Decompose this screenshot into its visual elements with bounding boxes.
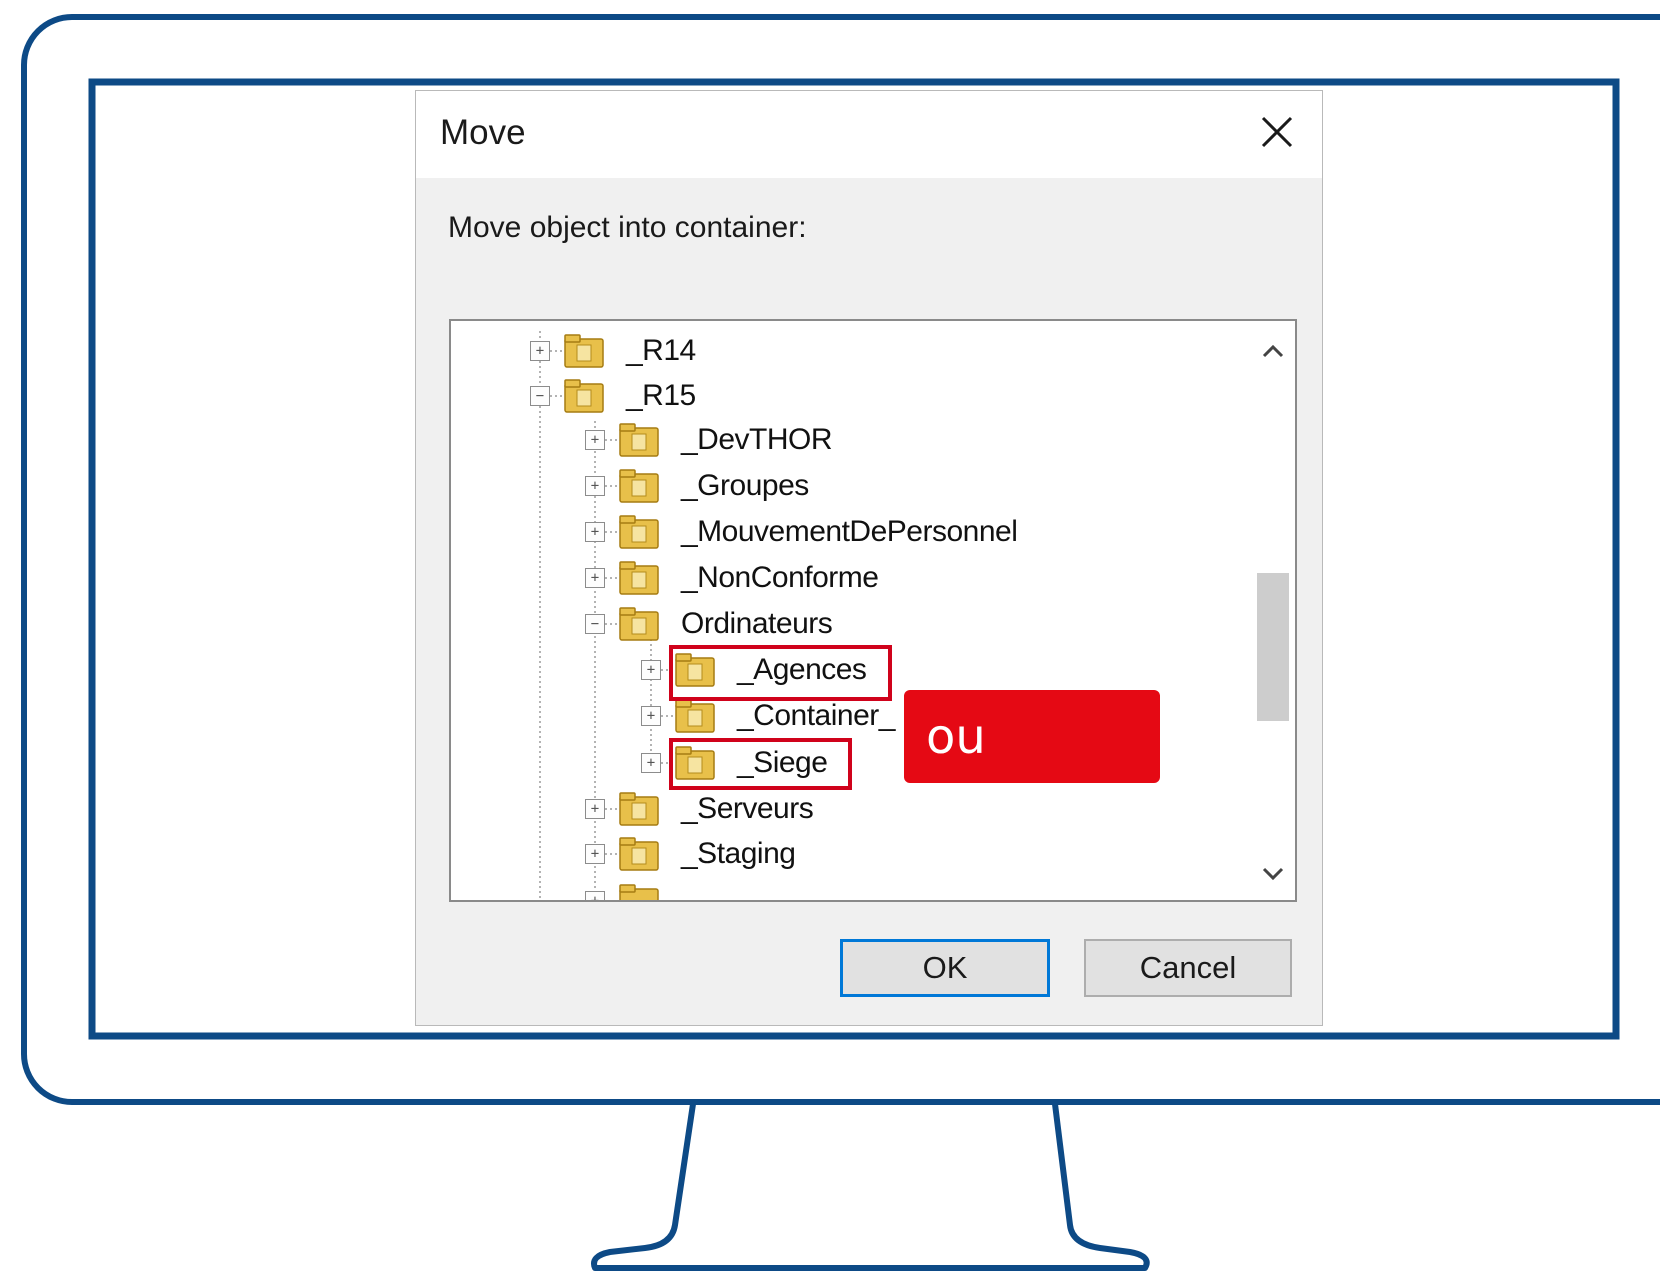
expand-icon[interactable]: + (585, 891, 605, 900)
tree-item[interactable]: + _Staging (585, 832, 796, 876)
tree-item[interactable]: + _Serveurs (585, 787, 814, 831)
expand-icon[interactable]: + (585, 568, 605, 588)
collapse-icon[interactable]: − (585, 614, 605, 634)
expand-icon[interactable]: + (585, 799, 605, 819)
tree-item[interactable]: + _NonConforme (585, 556, 879, 600)
tree-item-partial[interactable]: + (585, 879, 681, 900)
move-prompt: Move object into container: (448, 211, 807, 244)
expand-icon[interactable]: + (530, 341, 550, 361)
folder-icon (619, 515, 659, 549)
container-tree[interactable]: + _R14 − _R15 + _DevTHOR + _Groupes + _M… (449, 319, 1297, 902)
tree-item[interactable]: − _R15 (530, 374, 696, 418)
folder-icon (619, 561, 659, 595)
tree-item[interactable]: + _R14 (530, 329, 696, 373)
expand-icon[interactable]: + (585, 844, 605, 864)
tree-item-label: _Serveurs (681, 792, 814, 825)
scroll-up-button[interactable] (1253, 331, 1293, 371)
tree-item-label: _Container_ (737, 699, 895, 732)
cancel-button[interactable]: Cancel (1084, 939, 1292, 997)
folder-icon (619, 792, 659, 826)
tree-item-label: Ordinateurs (681, 607, 833, 640)
annotation-ou-label: ou (904, 690, 1160, 783)
folder-icon (619, 423, 659, 457)
scroll-down-button[interactable] (1253, 854, 1293, 894)
highlight-box-siege (669, 738, 852, 790)
tree-item-label: _Groupes (681, 469, 809, 502)
tree-item[interactable]: + _MouvementDePersonnel (585, 510, 1018, 554)
expand-icon[interactable]: + (641, 706, 661, 726)
expand-icon[interactable]: + (585, 476, 605, 496)
folder-icon (564, 334, 604, 368)
tree-item-label: _MouvementDePersonnel (681, 515, 1018, 548)
tree-item-label: _NonConforme (681, 561, 879, 594)
folder-icon (619, 884, 659, 900)
folder-icon (619, 607, 659, 641)
expand-icon[interactable]: + (585, 430, 605, 450)
chevron-up-icon (1262, 344, 1284, 358)
chevron-down-icon (1262, 867, 1284, 881)
scroll-thumb[interactable] (1257, 573, 1289, 721)
move-dialog: Move Move object into container: + _R14 … (415, 90, 1323, 1026)
tree-item[interactable]: + _Groupes (585, 464, 809, 508)
collapse-icon[interactable]: − (530, 386, 550, 406)
tree-item-label: _R15 (626, 379, 696, 412)
expand-icon[interactable]: + (641, 660, 661, 680)
close-button[interactable] (1246, 101, 1308, 163)
close-icon (1261, 116, 1293, 148)
tree-item-label: _DevTHOR (681, 423, 833, 456)
tree-item[interactable]: + _DevTHOR (585, 418, 833, 462)
expand-icon[interactable]: + (585, 522, 605, 542)
tree-item-label: _Staging (681, 837, 796, 870)
folder-icon (619, 469, 659, 503)
tree-item[interactable]: − Ordinateurs (585, 602, 833, 646)
expand-icon[interactable]: + (641, 753, 661, 773)
dialog-titlebar: Move (416, 91, 1322, 178)
ok-button[interactable]: OK (840, 939, 1050, 997)
highlight-box-agences (669, 645, 892, 701)
dialog-title: Move (440, 113, 526, 152)
tree-item-label: _R14 (626, 334, 696, 367)
folder-icon (619, 837, 659, 871)
folder-icon (564, 379, 604, 413)
vertical-scrollbar[interactable] (1253, 323, 1293, 898)
folder-icon (675, 699, 715, 733)
